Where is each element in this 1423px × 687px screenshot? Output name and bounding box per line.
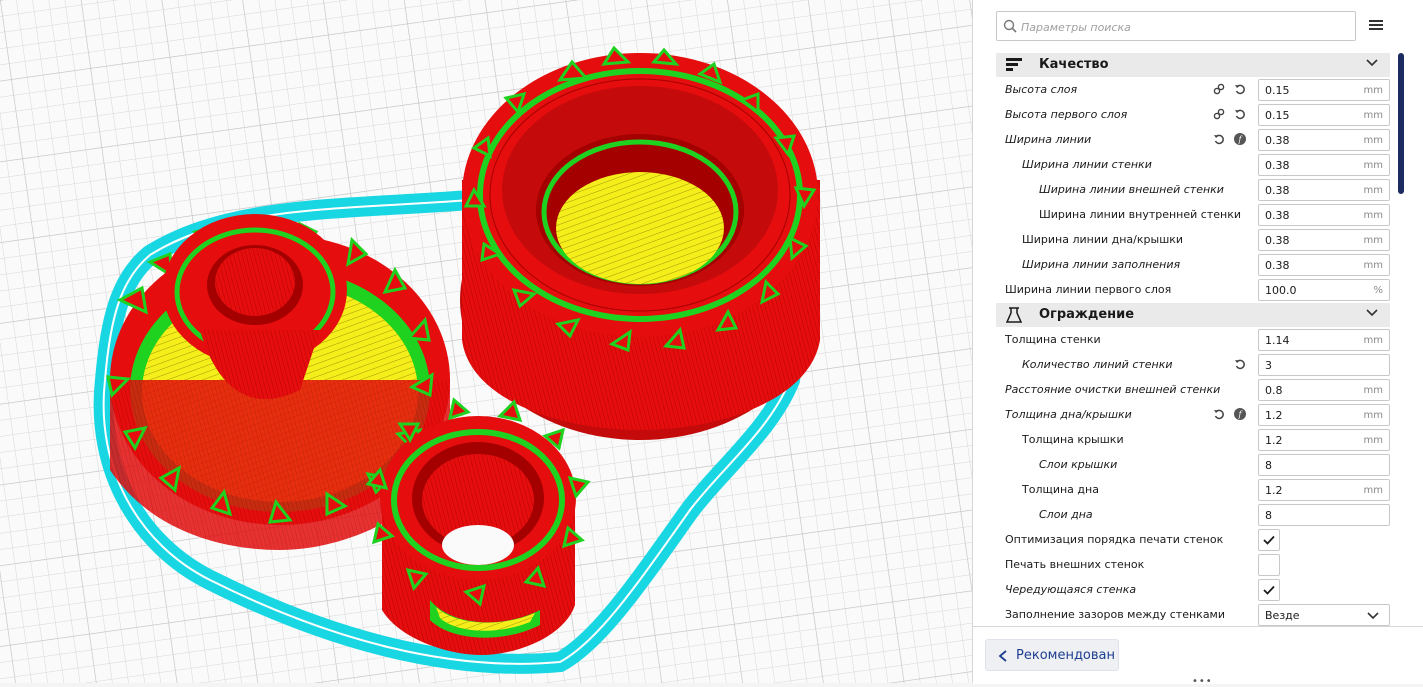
reset-icon[interactable] <box>1234 108 1246 120</box>
scrollbar-thumb[interactable] <box>1398 53 1404 194</box>
setting-label: Количество линий стенки <box>1022 358 1173 371</box>
outer-before-inner-checkbox[interactable] <box>1258 554 1280 576</box>
setting-label: Чередующаяся стенка <box>1005 583 1137 596</box>
line-width-input[interactable]: 0.38 mm <box>1258 129 1390 151</box>
setting-wall-line-width: Ширина линии стенки 0.38 mm <box>996 153 1390 178</box>
gear-models-preview <box>0 0 972 683</box>
top-thickness-input[interactable]: 1.2 mm <box>1258 429 1390 451</box>
chevron-down-icon[interactable] <box>1366 309 1378 317</box>
wall-line-width-input[interactable]: 0.38 mm <box>1258 154 1390 176</box>
setting-top-layers: Слои крышки 8 <box>996 453 1390 478</box>
bottom-layers-input[interactable]: 8 <box>1258 504 1390 526</box>
setting-label: Ширина линии внутренней стенки <box>1039 208 1241 221</box>
setting-wall-thickness: Толщина стенки 1.14 mm <box>996 328 1390 353</box>
setting-label: Заполнение зазоров между стенками <box>1005 608 1226 621</box>
setting-bottom-thickness: Толщина дна 1.2 mm <box>996 478 1390 503</box>
hamburger-menu-icon[interactable] <box>1369 18 1383 32</box>
chevron-down-icon[interactable] <box>1366 59 1378 67</box>
setting-label: Толщина дна <box>1022 483 1099 496</box>
shell-beaker-icon <box>1006 307 1022 323</box>
resize-handle[interactable]: ••• <box>1192 676 1213 687</box>
setting-label: Толщина стенки <box>1005 333 1101 346</box>
chevron-left-icon <box>998 650 1007 662</box>
wall-thickness-input[interactable]: 1.14 mm <box>1258 329 1390 351</box>
fill-gaps-dropdown[interactable]: Везде <box>1258 604 1390 626</box>
category-quality[interactable]: Качество <box>996 53 1390 77</box>
optimize-wall-order-checkbox[interactable] <box>1258 529 1280 551</box>
quality-layers-icon <box>1006 58 1022 71</box>
setting-label: Слои крышки <box>1039 458 1118 471</box>
function-icon[interactable]: f <box>1234 133 1246 145</box>
reset-icon[interactable] <box>1213 133 1225 145</box>
setting-initial-layer-height: Высота первого слоя 0.15 mm <box>996 103 1390 128</box>
search-box[interactable] <box>996 11 1356 41</box>
infill-line-width-input[interactable]: 0.38 mm <box>1258 254 1390 276</box>
bottom-thickness-input[interactable]: 1.2 mm <box>1258 479 1390 501</box>
setting-initial-layer-line-width: Ширина линии первого слоя 100.0% <box>996 278 1390 303</box>
outer-wall-wipe-input[interactable]: 0.8 mm <box>1258 379 1390 401</box>
setting-top-bottom-thickness: Толщина дна/крышки f 1.2 mm <box>996 403 1390 428</box>
category-shell-label: Ограждение <box>1039 307 1135 322</box>
top-layers-input[interactable]: 8 <box>1258 454 1390 476</box>
setting-label: Ширина линии дна/крышки <box>1022 233 1184 246</box>
setting-inner-wall-line-width: Ширина линии внутренней стенки 0.38 mm <box>996 203 1390 228</box>
layer-height-input[interactable]: 0.15 mm <box>1258 79 1390 101</box>
setting-layer-height: Высота слоя 0.15 mm <box>996 78 1390 103</box>
search-icon <box>1003 19 1017 33</box>
top-bottom-thickness-input[interactable]: 1.2 mm <box>1258 404 1390 426</box>
checkmark-icon <box>1263 585 1275 595</box>
search-input[interactable] <box>1019 16 1343 38</box>
setting-alternate-extra-wall: Чередующаяся стенка <box>996 578 1390 603</box>
setting-label: Высота слоя <box>1005 83 1078 96</box>
top-bottom-line-width-input[interactable]: 0.38 mm <box>1258 229 1390 251</box>
setting-optimize-wall-order: Оптимизация порядка печати стенок <box>996 528 1390 553</box>
recommended-mode-label: Рекомендован <box>1016 648 1116 663</box>
reset-icon[interactable] <box>1234 83 1246 95</box>
category-shell[interactable]: Ограждение <box>996 303 1390 327</box>
link-icon[interactable] <box>1213 108 1225 120</box>
setting-label: Ширина линии внешней стенки <box>1039 183 1224 196</box>
setting-outer-wall-wipe: Расстояние очистки внешней стенки 0.8 mm <box>996 378 1390 403</box>
large-gear <box>460 45 820 440</box>
recommended-mode-button[interactable]: Рекомендован <box>985 639 1119 671</box>
setting-outer-before-inner: Печать внешних стенок <box>996 553 1390 578</box>
function-icon[interactable]: f <box>1234 408 1246 420</box>
initial-layer-height-input[interactable]: 0.15 mm <box>1258 104 1390 126</box>
setting-label: Ширина линии первого слоя <box>1005 283 1172 296</box>
alternate-extra-wall-checkbox[interactable] <box>1258 579 1280 601</box>
setting-label: Ширина линии стенки <box>1022 158 1152 171</box>
reset-icon[interactable] <box>1234 358 1246 370</box>
panel-footer: Рекомендован ••• <box>973 626 1423 687</box>
setting-line-width: Ширина линии f 0.38 mm <box>996 128 1390 153</box>
inner-wall-line-width-input[interactable]: 0.38 mm <box>1258 204 1390 226</box>
outer-wall-line-width-input[interactable]: 0.38 mm <box>1258 179 1390 201</box>
setting-label: Толщина дна/крышки <box>1005 408 1132 421</box>
setting-label: Оптимизация порядка печати стенок <box>1005 533 1224 546</box>
setting-label: Высота первого слоя <box>1005 108 1128 121</box>
setting-fill-gaps: Заполнение зазоров между стенками Везде <box>996 603 1390 628</box>
setting-label: Печать внешних стенок <box>1005 558 1145 571</box>
setting-outer-wall-line-width: Ширина линии внешней стенки 0.38 mm <box>996 178 1390 203</box>
setting-bottom-layers: Слои дна 8 <box>996 503 1390 528</box>
setting-label: Слои дна <box>1039 508 1093 521</box>
setting-label: Расстояние очистки внешней стенки <box>1005 383 1221 396</box>
setting-label: Ширина линии заполнения <box>1022 258 1181 271</box>
category-quality-label: Качество <box>1039 57 1109 72</box>
setting-top-bottom-line-width: Ширина линии дна/крышки 0.38 mm <box>996 228 1390 253</box>
setting-top-thickness: Толщина крышки 1.2 mm <box>996 428 1390 453</box>
link-icon[interactable] <box>1213 83 1225 95</box>
reset-icon[interactable] <box>1213 408 1225 420</box>
initial-layer-line-width-input[interactable]: 100.0% <box>1258 279 1390 301</box>
setting-label: Толщина крышки <box>1022 433 1124 446</box>
checkmark-icon <box>1263 535 1275 545</box>
wall-line-count-input[interactable]: 3 <box>1258 354 1390 376</box>
setting-label: Ширина линии <box>1005 133 1092 146</box>
print-settings-panel: Качество Высота слоя 0.15mm Высота перво… <box>972 0 1423 687</box>
setting-wall-line-count: Количество линий стенки 3 <box>996 353 1390 378</box>
setting-infill-line-width: Ширина линии заполнения 0.38 mm <box>996 253 1390 278</box>
3d-viewport[interactable] <box>0 0 972 683</box>
chevron-down-icon <box>1367 612 1379 620</box>
